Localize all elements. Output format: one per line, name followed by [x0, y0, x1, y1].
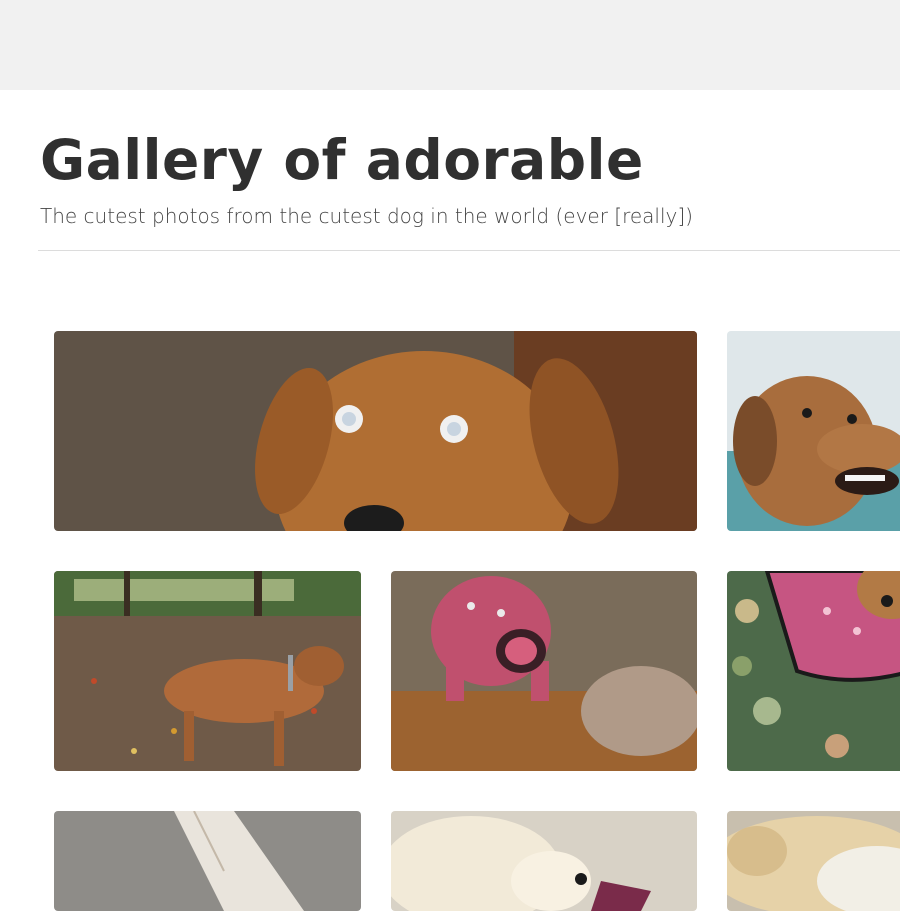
- header-divider: [38, 250, 900, 251]
- photo-pink-pig-toy[interactable]: [391, 571, 697, 771]
- photo-white-dog-toy[interactable]: [391, 811, 697, 911]
- page-subtitle: The cutest photos from the cutest dog in…: [40, 204, 693, 228]
- photo-dog-pink-vest[interactable]: [727, 571, 900, 771]
- top-navbar: [0, 0, 900, 90]
- photo-dog-smiling-outdoors[interactable]: [727, 331, 900, 531]
- photo-dog-autumn-leaves[interactable]: [54, 571, 361, 771]
- photo-white-pillow[interactable]: [54, 811, 361, 911]
- photo-dog-closeup[interactable]: [54, 331, 697, 531]
- page-title: Gallery of adorable: [40, 128, 644, 192]
- photo-yellow-lab-sleeping[interactable]: [727, 811, 900, 911]
